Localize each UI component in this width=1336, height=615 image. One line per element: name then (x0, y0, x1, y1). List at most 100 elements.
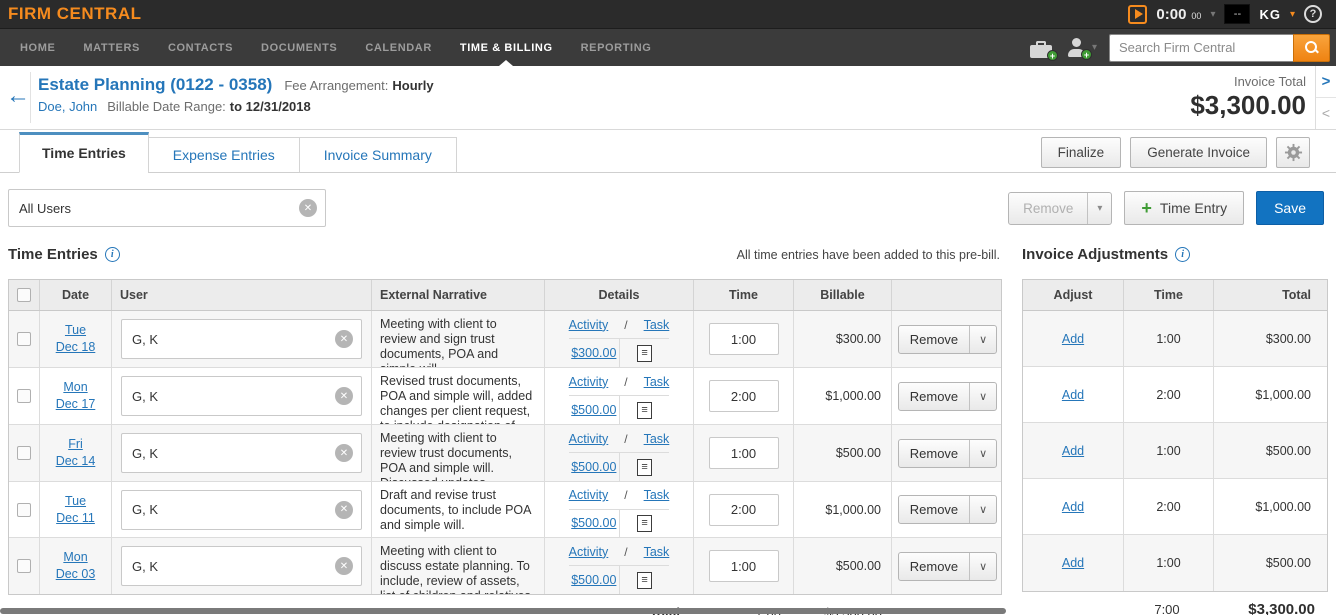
add-adjustment-link[interactable]: Add (1062, 556, 1084, 570)
search-button[interactable] (1293, 34, 1330, 62)
activity-link[interactable]: Activity (569, 545, 609, 559)
add-time-entry-button[interactable]: + Time Entry (1124, 191, 1244, 225)
activity-link[interactable]: Activity (569, 375, 609, 389)
clear-user-icon[interactable]: ✕ (335, 330, 353, 348)
select-all-checkbox[interactable] (17, 288, 31, 302)
row-remove-button[interactable]: Remove (899, 496, 969, 523)
row-remove-button[interactable]: Remove (899, 383, 969, 410)
row-remove-caret-icon[interactable]: ∨ (969, 383, 996, 410)
clear-filter-icon[interactable]: ✕ (299, 199, 317, 217)
add-adjustment-link[interactable]: Add (1062, 444, 1084, 458)
expand-panel-icon[interactable]: > (1316, 66, 1336, 98)
row-remove-caret-icon[interactable]: ∨ (969, 553, 996, 580)
activity-link[interactable]: Activity (569, 488, 609, 502)
user-filter-input[interactable] (9, 201, 299, 216)
task-link[interactable]: Task (644, 318, 670, 332)
add-adjustment-link[interactable]: Add (1062, 332, 1084, 346)
remove-button[interactable]: Remove (1009, 193, 1087, 224)
search-input[interactable] (1109, 34, 1293, 62)
activity-link[interactable]: Activity (569, 432, 609, 446)
client-link[interactable]: Doe, John (38, 99, 97, 114)
time-input[interactable] (709, 380, 779, 412)
user-menu-caret-icon[interactable]: ▾ (1290, 9, 1295, 20)
entry-date-link[interactable]: Tue Dec 18 (56, 322, 96, 356)
rate-link[interactable]: $500.00 (571, 460, 616, 474)
clear-user-icon[interactable]: ✕ (335, 444, 353, 462)
entry-date-link[interactable]: Tue Dec 11 (56, 493, 95, 527)
rate-link[interactable]: $500.00 (571, 573, 616, 587)
select-all-cell (9, 280, 39, 310)
add-adjustment-link[interactable]: Add (1062, 388, 1084, 402)
nav-item[interactable]: REPORTING (567, 29, 666, 66)
info-icon[interactable]: i (105, 247, 120, 262)
nav-item[interactable]: MATTERS (69, 29, 154, 66)
row-checkbox[interactable] (17, 332, 31, 346)
tab[interactable]: Expense Entries (148, 137, 300, 173)
new-contact-icon[interactable]: + (1066, 38, 1088, 57)
user-input[interactable] (122, 332, 335, 347)
entry-date-link[interactable]: Fri Dec 14 (56, 436, 96, 470)
row-checkbox[interactable] (17, 446, 31, 460)
save-button[interactable]: Save (1256, 191, 1324, 225)
entry-date-link[interactable]: Mon Dec 03 (56, 549, 96, 583)
time-input[interactable] (709, 494, 779, 526)
user-input[interactable] (122, 389, 335, 404)
nav-item[interactable]: CALENDAR (351, 29, 446, 66)
clear-user-icon[interactable]: ✕ (335, 387, 353, 405)
remove-caret-icon[interactable]: ▾ (1087, 193, 1111, 224)
new-contact-caret-icon[interactable]: ▾ (1092, 42, 1097, 53)
back-arrow-icon[interactable]: ← (6, 84, 30, 108)
task-link[interactable]: Task (644, 545, 670, 559)
nav-item[interactable]: HOME (6, 29, 69, 66)
row-remove-caret-icon[interactable]: ∨ (969, 496, 996, 523)
tab[interactable]: Invoice Summary (299, 137, 457, 173)
rate-link[interactable]: $300.00 (571, 346, 616, 360)
new-matter-icon[interactable]: + (1030, 41, 1054, 58)
narrative-note-icon[interactable]: ≡ (637, 402, 652, 419)
user-input[interactable] (122, 446, 335, 461)
time-input[interactable] (709, 437, 779, 469)
horizontal-scrollbar[interactable] (0, 608, 1006, 614)
narrative-note-icon[interactable]: ≡ (637, 572, 652, 589)
nav-item[interactable]: DOCUMENTS (247, 29, 351, 66)
row-checkbox[interactable] (17, 503, 31, 517)
row-remove-caret-icon[interactable]: ∨ (969, 440, 996, 467)
add-adjustment-link[interactable]: Add (1062, 500, 1084, 514)
rate-link[interactable]: $500.00 (571, 403, 616, 417)
nav-item[interactable]: CONTACTS (154, 29, 247, 66)
row-remove-caret-icon[interactable]: ∨ (969, 326, 996, 353)
time-input[interactable] (709, 550, 779, 582)
task-link[interactable]: Task (644, 375, 670, 389)
narrative-note-icon[interactable]: ≡ (637, 515, 652, 532)
entry-date-link[interactable]: Mon Dec 17 (56, 379, 96, 413)
clear-user-icon[interactable]: ✕ (335, 501, 353, 519)
timer-play-icon[interactable] (1128, 5, 1147, 24)
narrative-note-icon[interactable]: ≡ (637, 459, 652, 476)
collapse-panel-icon[interactable]: < (1316, 98, 1336, 130)
timer-matter-selector[interactable]: -- (1224, 4, 1250, 24)
task-link[interactable]: Task (644, 488, 670, 502)
user-input[interactable] (122, 502, 335, 517)
row-checkbox[interactable] (17, 559, 31, 573)
finalize-button[interactable]: Finalize (1041, 137, 1122, 168)
user-input[interactable] (122, 559, 335, 574)
info-icon[interactable]: i (1175, 247, 1190, 262)
row-checkbox[interactable] (17, 389, 31, 403)
row-remove-button[interactable]: Remove (899, 553, 969, 580)
user-menu[interactable]: KG (1259, 7, 1281, 22)
settings-gear-button[interactable] (1276, 137, 1310, 168)
narrative-note-icon[interactable]: ≡ (637, 345, 652, 362)
activity-link[interactable]: Activity (569, 318, 609, 332)
time-input[interactable] (709, 323, 779, 355)
generate-invoice-button[interactable]: Generate Invoice (1130, 137, 1267, 168)
nav-item[interactable]: TIME & BILLING (446, 29, 567, 66)
help-icon[interactable]: ? (1304, 5, 1322, 23)
tab[interactable]: Time Entries (19, 132, 149, 173)
timer-caret-icon[interactable]: ▾ (1210, 9, 1215, 20)
row-remove-button[interactable]: Remove (899, 326, 969, 353)
task-link[interactable]: Task (644, 432, 670, 446)
timer-minutes[interactable]: 0:00 (1156, 6, 1186, 23)
row-remove-button[interactable]: Remove (899, 440, 969, 467)
rate-link[interactable]: $500.00 (571, 516, 616, 530)
clear-user-icon[interactable]: ✕ (335, 557, 353, 575)
